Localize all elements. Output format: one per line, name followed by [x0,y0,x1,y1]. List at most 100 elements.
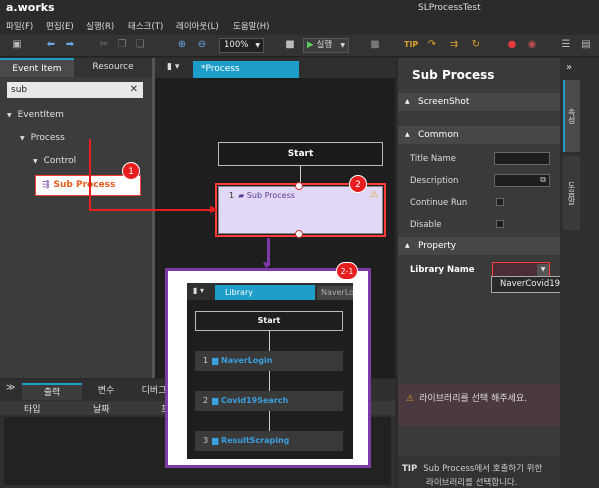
disable-checkbox[interactable] [496,220,504,228]
document-icon[interactable]: ▮ ▾ [167,62,179,72]
title-name-field[interactable] [494,152,550,165]
properties-panel: Sub Process ▲ ScreenShot ▲ Common Title Na… [398,58,560,488]
red-arrow-line [89,139,91,211]
step-badge-2: 2 [349,175,367,193]
tree-item-eventitem[interactable]: ▼ EventItem [7,110,64,120]
library-editor: ▮ ▾ Library NaverLo Start 1 ▆ NaverLogin … [187,283,353,459]
breakpoint-add-icon[interactable]: ● [506,39,518,51]
layout-icon[interactable]: ☰ [560,39,572,51]
file-icon: ▆ [212,356,222,365]
save-icon[interactable]: ▣ [11,39,23,51]
chevron-up-icon: ▲ [405,242,410,249]
step-badge-1: 1 [122,162,140,180]
layout2-icon[interactable]: ▤ [580,39,592,51]
subprocess-icon: ⇶ [42,180,50,190]
panel-title: Sub Process [412,68,495,82]
chevron-down-icon[interactable]: ▼ [537,264,549,276]
search-input[interactable]: sub ✕ [7,82,143,98]
start-node[interactable]: Start [218,142,383,166]
column-date: 날짜 [93,405,110,415]
tab-resource[interactable]: Resource [74,58,152,77]
arrow-right-icon: ▶ [210,204,218,215]
external-icon[interactable]: ⧉ [540,175,546,185]
step-over-icon[interactable]: ⇉ [448,39,460,51]
menu-file[interactable]: 파일(F) [6,20,33,32]
tip-box: TIP Sub Process에서 호출하기 위한라이브러리를 선택합니다. [398,456,560,488]
document-icon[interactable]: ▮ ▾ [193,286,204,295]
clear-icon[interactable]: ✕ [130,82,138,98]
library-tabs: ▮ ▾ Library NaverLo [187,283,353,300]
undo-icon[interactable]: ⬅ [45,39,57,51]
menu-run[interactable]: 실행(R) [86,20,114,32]
file-icon: ▆ [212,436,222,445]
section-screenshot[interactable]: ▲ ScreenShot [398,93,560,111]
stop-icon[interactable]: ■ [369,39,381,51]
section-property[interactable]: ▲ Property [398,237,560,255]
section-common[interactable]: ▲ Common [398,126,560,144]
tab-help[interactable]: 도움말 [563,156,580,230]
file-icon: ▆ [212,396,222,405]
label-continue-run: Continue Run [410,198,468,208]
connector-line [269,371,270,391]
paste-icon[interactable]: ❏ [134,39,146,51]
copy-icon[interactable]: ❐ [116,39,128,51]
editor-tabs: ▮ ▾ *Process [155,58,395,78]
label-description: Description [410,176,459,186]
zoom-select[interactable]: 100% ▼ [219,38,264,53]
warning-box: ⚠ 라이브러리를 선택 해주세요. [398,384,560,426]
label-disable: Disable [410,220,442,230]
menu-layout[interactable]: 레이아웃(L) [176,20,219,32]
breakpoint-clear-icon[interactable]: ◉ [526,39,538,51]
column-type: 타입 [24,405,41,415]
library-step[interactable]: 3 ▆ ResultScraping [195,431,343,451]
toolbar: ▣ ⬅ ➡ ✂ ❐ ❏ ⊕ ⊖ 100% ▼ ■ ▶ 실행 ▼ ■ TIP ↷ ⇉ ↻… [0,35,599,57]
collapse-icon[interactable]: ≫ [6,383,15,393]
library-start-node[interactable]: Start [195,311,343,331]
tip-label: TIP [402,464,418,474]
chevron-up-icon: ▲ [405,98,410,105]
chevron-down-icon: ▼ [20,135,25,142]
tip-line-2: 라이브러리를 선택합니다. [426,478,518,488]
title-bar: a.works SLProcessTest [0,0,599,17]
tab-event-item[interactable]: Event Item [0,58,74,77]
tab-naverlogin[interactable]: NaverLo [317,286,353,300]
step-icon[interactable]: ↷ [426,39,438,51]
menu-edit[interactable]: 편집(E) [46,20,74,32]
tree-item-process[interactable]: ▼ Process [20,133,65,143]
tip-icon[interactable]: TIP [404,39,418,51]
zoom-in-icon[interactable]: ⊕ [176,39,188,51]
record-icon[interactable]: ■ [284,39,296,51]
menu-bar: 파일(F) 편집(E) 실행(R) 태스크(T) 레이아웃(L) 도움말(H) [0,17,599,35]
menu-help[interactable]: 도움말(H) [233,20,269,32]
label-title-name: Title Name [410,154,456,164]
window-title: SLProcessTest [418,3,481,13]
tip-line-1: Sub Process에서 호출하기 위한 [423,464,543,474]
menu-task[interactable]: 태스크(T) [128,20,163,32]
tab-process[interactable]: *Process [193,61,299,78]
zoom-out-icon[interactable]: ⊖ [196,39,208,51]
redo-icon[interactable]: ➡ [64,39,76,51]
tab-output[interactable]: 출력 [22,383,82,400]
cut-icon[interactable]: ✂ [98,39,110,51]
collapse-icon[interactable]: » [566,62,572,73]
tree-item-control[interactable]: ▼ Control [33,156,76,166]
port-top[interactable] [295,182,303,190]
chevron-up-icon: ▲ [405,131,410,138]
tab-library[interactable]: Library [215,285,315,300]
step-badge-2-1: 2-1 [336,262,358,280]
event-item-panel: Event Item Resource sub ✕ ▼ EventItem ▼ Pro… [0,58,152,378]
connector-line [269,331,270,351]
chevron-down-icon: ▼ [7,112,12,119]
tab-properties[interactable]: 속성 [563,80,580,152]
step-out-icon[interactable]: ↻ [470,39,482,51]
run-button[interactable]: ▶ 실행 ▼ [303,38,349,53]
continue-run-checkbox[interactable] [496,198,504,206]
library-step[interactable]: 1 ▆ NaverLogin [195,351,343,371]
play-icon: ▶ [307,40,314,50]
library-step[interactable]: 2 ▆ Covid19Search [195,391,343,411]
port-bottom[interactable] [295,230,303,238]
tab-variables[interactable]: 변수 [82,383,130,400]
red-arrow-line [89,209,215,211]
description-field[interactable]: ⧉ [494,174,550,187]
label-library-name: Library Name [410,265,475,275]
